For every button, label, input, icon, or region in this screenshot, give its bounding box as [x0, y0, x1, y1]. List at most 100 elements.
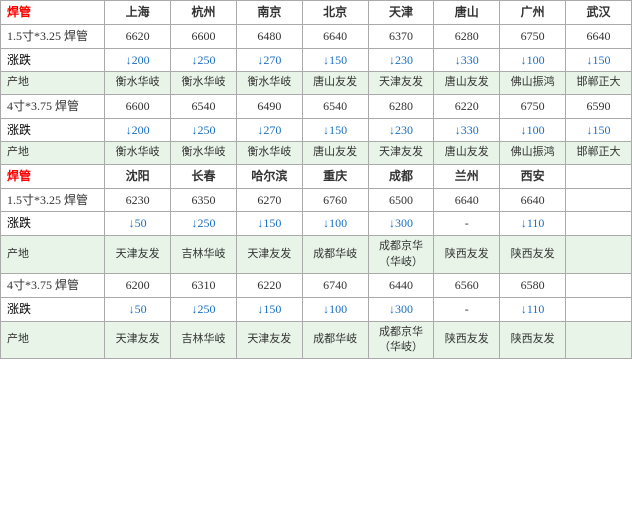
val-s1-r1-c2: 6600 — [171, 24, 237, 48]
header-row-1: 焊管 上海 杭州 南京 北京 天津 唐山 广州 武汉 — [1, 1, 632, 25]
origin-s1-r1-c6: 唐山友发 — [434, 72, 500, 94]
price-table: 焊管 上海 杭州 南京 北京 天津 唐山 广州 武汉 1.5寸*3.25 焊管 … — [0, 0, 632, 359]
val-s4-r1-c8 — [566, 273, 632, 297]
rise-label-1: 涨跌 — [1, 48, 105, 72]
rise-s2-r1-c5: ↓230 — [368, 118, 434, 142]
origin-s3-r1-c3: 天津友发 — [236, 236, 302, 274]
product-label-1: 1.5寸*3.25 焊管 — [1, 24, 105, 48]
product-row-1: 1.5寸*3.25 焊管 6620 6600 6480 6640 6370 62… — [1, 24, 632, 48]
val-s3-r1-c6: 6640 — [434, 188, 500, 212]
val-s2-r1-c3: 6490 — [236, 94, 302, 118]
origin-s4-r1-c8 — [566, 321, 632, 359]
rise-s1-r1-c6: ↓330 — [434, 48, 500, 72]
city-wuhan: 武汉 — [566, 1, 632, 25]
origin-s4-r1-c1: 天津友发 — [105, 321, 171, 359]
rise-row-2: 涨跌 ↓200 ↓250 ↓270 ↓150 ↓230 ↓330 ↓100 ↓1… — [1, 118, 632, 142]
rise-s4-r1-c2: ↓250 — [171, 297, 237, 321]
city-guangzhou: 广州 — [500, 1, 566, 25]
origin-s3-r1-c2: 吉林华岐 — [171, 236, 237, 274]
rise-s4-r1-c1: ↓50 — [105, 297, 171, 321]
origin-s3-r1-c8 — [566, 236, 632, 274]
val-s1-r1-c6: 6280 — [434, 24, 500, 48]
city-chengdu: 成都 — [368, 164, 434, 188]
rise-s3-r1-c5: ↓300 — [368, 212, 434, 236]
val-s3-r1-c7: 6640 — [500, 188, 566, 212]
origin-s2-r1-c4: 唐山友发 — [302, 142, 368, 164]
origin-label-1: 产地 — [1, 72, 105, 94]
val-s1-r1-c4: 6640 — [302, 24, 368, 48]
val-s1-r1-c8: 6640 — [566, 24, 632, 48]
rise-s3-r1-c3: ↓150 — [236, 212, 302, 236]
origin-s2-r1-c3: 衡水华岐 — [236, 142, 302, 164]
city-harbin: 哈尔滨 — [236, 164, 302, 188]
city-beijing: 北京 — [302, 1, 368, 25]
val-s2-r1-c5: 6280 — [368, 94, 434, 118]
origin-s4-r1-c6: 陕西友发 — [434, 321, 500, 359]
origin-s4-r1-c3: 天津友发 — [236, 321, 302, 359]
origin-s1-r1-c7: 佛山振鸿 — [500, 72, 566, 94]
origin-s3-r1-c1: 天津友发 — [105, 236, 171, 274]
rise-s1-r1-c2: ↓250 — [171, 48, 237, 72]
origin-s3-r1-c6: 陕西友发 — [434, 236, 500, 274]
rise-s4-r1-c7: ↓110 — [500, 297, 566, 321]
rise-label-2: 涨跌 — [1, 118, 105, 142]
city-changchun: 长春 — [171, 164, 237, 188]
rise-s2-r1-c2: ↓250 — [171, 118, 237, 142]
rise-s2-r1-c1: ↓200 — [105, 118, 171, 142]
rise-s3-r1-c2: ↓250 — [171, 212, 237, 236]
rise-s1-r1-c5: ↓230 — [368, 48, 434, 72]
origin-label-3: 产地 — [1, 236, 105, 274]
origin-row-4: 产地 天津友发 吉林华岐 天津友发 成都华岐 成都京华（华岐） 陕西友发 陕西友… — [1, 321, 632, 359]
rise-row-4: 涨跌 ↓50 ↓250 ↓150 ↓100 ↓300 - ↓110 — [1, 297, 632, 321]
val-s2-r1-c7: 6750 — [500, 94, 566, 118]
origin-s2-r1-c6: 唐山友发 — [434, 142, 500, 164]
origin-s4-r1-c7: 陕西友发 — [500, 321, 566, 359]
val-s4-r1-c4: 6740 — [302, 273, 368, 297]
rise-s1-r1-c4: ↓150 — [302, 48, 368, 72]
val-s3-r1-c8 — [566, 188, 632, 212]
val-s3-r1-c2: 6350 — [171, 188, 237, 212]
rise-s1-r1-c1: ↓200 — [105, 48, 171, 72]
city-shenyang: 沈阳 — [105, 164, 171, 188]
origin-label-4: 产地 — [1, 321, 105, 359]
origin-label-2: 产地 — [1, 142, 105, 164]
rise-s3-r1-c8 — [566, 212, 632, 236]
val-s2-r1-c1: 6600 — [105, 94, 171, 118]
origin-s4-r1-c4: 成都华岐 — [302, 321, 368, 359]
header-label-1: 焊管 — [1, 1, 105, 25]
product-label-2: 4寸*3.75 焊管 — [1, 94, 105, 118]
origin-s1-r1-c1: 衡水华岐 — [105, 72, 171, 94]
origin-s1-r1-c5: 天津友发 — [368, 72, 434, 94]
rise-s4-r1-c8 — [566, 297, 632, 321]
val-s1-r1-c1: 6620 — [105, 24, 171, 48]
origin-s1-r1-c8: 邯郸正大 — [566, 72, 632, 94]
welding-pipe-label-1: 焊管 — [7, 5, 31, 19]
val-s4-r1-c6: 6560 — [434, 273, 500, 297]
welding-pipe-label-2: 焊管 — [7, 169, 31, 183]
rise-s3-r1-c6: - — [434, 212, 500, 236]
rise-s4-r1-c5: ↓300 — [368, 297, 434, 321]
rise-s3-r1-c7: ↓110 — [500, 212, 566, 236]
val-s3-r1-c4: 6760 — [302, 188, 368, 212]
city-lanzhou: 兰州 — [434, 164, 500, 188]
rise-s4-r1-c3: ↓150 — [236, 297, 302, 321]
origin-s2-r1-c7: 佛山振鸿 — [500, 142, 566, 164]
val-s2-r1-c4: 6540 — [302, 94, 368, 118]
city-nanjing: 南京 — [236, 1, 302, 25]
val-s3-r1-c1: 6230 — [105, 188, 171, 212]
val-s1-r1-c7: 6750 — [500, 24, 566, 48]
rise-s4-r1-c4: ↓100 — [302, 297, 368, 321]
val-s1-r1-c5: 6370 — [368, 24, 434, 48]
city-shanghai: 上海 — [105, 1, 171, 25]
rise-s2-r1-c7: ↓100 — [500, 118, 566, 142]
val-s2-r1-c2: 6540 — [171, 94, 237, 118]
product-row-3: 1.5寸*3.25 焊管 6230 6350 6270 6760 6500 66… — [1, 188, 632, 212]
city-xian: 西安 — [500, 164, 566, 188]
val-s3-r1-c5: 6500 — [368, 188, 434, 212]
origin-s1-r1-c3: 衡水华岐 — [236, 72, 302, 94]
origin-s3-r1-c5: 成都京华（华岐） — [368, 236, 434, 274]
origin-s2-r1-c8: 邯郸正大 — [566, 142, 632, 164]
origin-s2-r1-c5: 天津友发 — [368, 142, 434, 164]
rise-row-3: 涨跌 ↓50 ↓250 ↓150 ↓100 ↓300 - ↓110 — [1, 212, 632, 236]
product-label-3: 1.5寸*3.25 焊管 — [1, 188, 105, 212]
